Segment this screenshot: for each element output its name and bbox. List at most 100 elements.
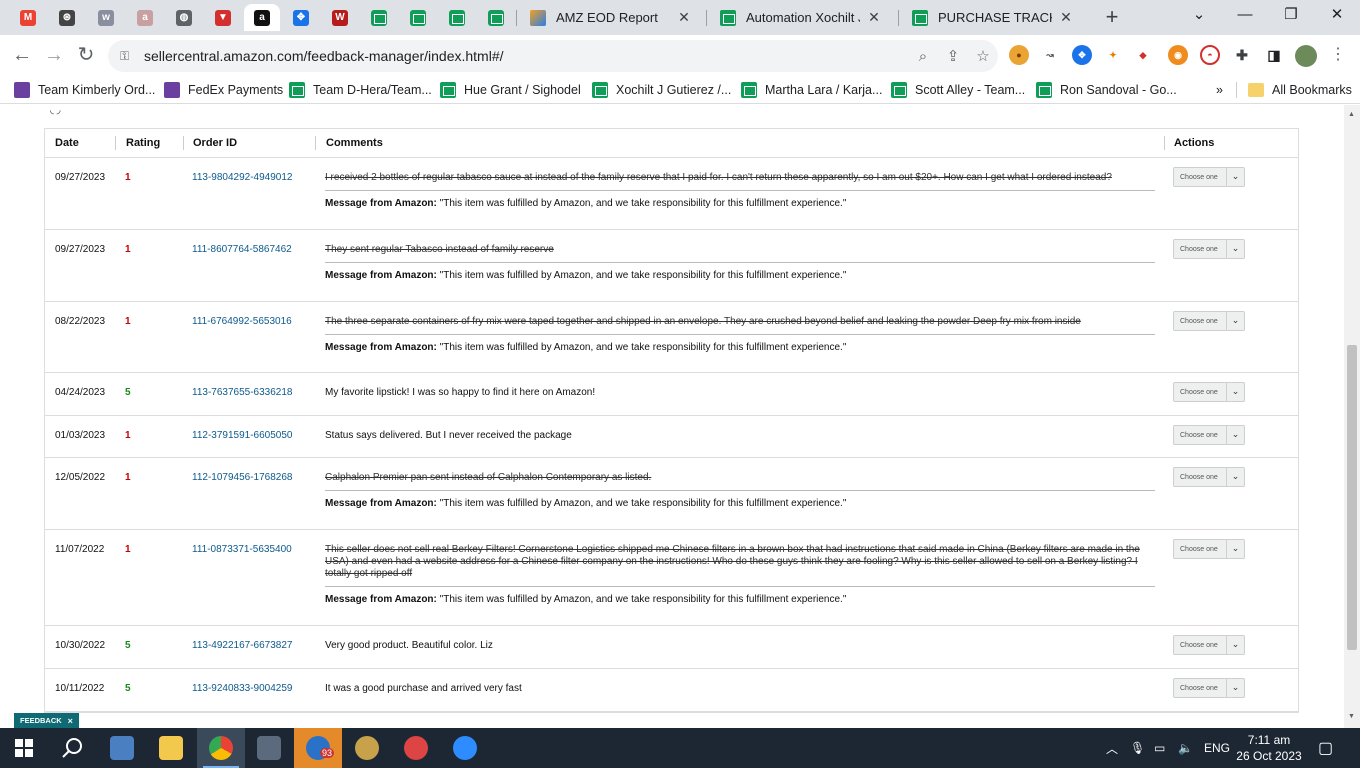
order-id-link[interactable]: 111-8607764-5867462: [192, 244, 292, 255]
pinned-tab[interactable]: [400, 4, 436, 31]
zoom-icon[interactable]: ⌕: [908, 48, 938, 65]
extension-icon[interactable]: ◉: [1168, 45, 1188, 65]
reload-icon[interactable]: ↻: [74, 44, 98, 68]
order-id-link[interactable]: 111-0873371-5635400: [192, 544, 292, 555]
order-id-link[interactable]: 112-3791591-6605050: [192, 430, 292, 441]
restore-icon[interactable]: ❐: [1268, 4, 1314, 28]
bookmark-item[interactable]: FedEx Payments: [164, 80, 283, 100]
column-header-comments[interactable]: Comments: [326, 137, 383, 149]
pinned-tab[interactable]: [361, 4, 397, 31]
more-bookmarks-button[interactable]: »: [1216, 80, 1223, 100]
pinned-tab[interactable]: W: [322, 4, 358, 31]
column-header-order-id[interactable]: Order ID: [193, 137, 237, 149]
order-id-link[interactable]: 112-1079456-1768268: [192, 472, 292, 483]
forward-icon[interactable]: →: [42, 44, 66, 68]
menu-icon[interactable]: ⋮: [1326, 44, 1350, 68]
clock[interactable]: 7:11 am 26 Oct 2023: [1232, 732, 1306, 764]
extension-icon[interactable]: ✥: [1072, 45, 1092, 65]
scroll-down-icon[interactable]: ▼: [1348, 713, 1355, 720]
browser-tab[interactable]: Automation Xochilt J G ✕: [710, 4, 892, 31]
taskbar-app[interactable]: [441, 728, 489, 768]
order-id-link[interactable]: 113-7637655-6336218: [192, 387, 292, 398]
browser-tab[interactable]: PURCHASE TRACKER JU ✕: [902, 4, 1084, 31]
action-dropdown[interactable]: Choose one ⌄: [1173, 311, 1245, 331]
bookmark-item[interactable]: Ron Sandoval - Go...: [1036, 80, 1177, 100]
notifications-icon[interactable]: ▢: [1318, 728, 1333, 768]
extension-icon[interactable]: ↝: [1040, 45, 1060, 65]
all-bookmarks-button[interactable]: All Bookmarks: [1248, 80, 1352, 100]
taskbar-app[interactable]: 93: [294, 728, 342, 768]
taskbar-app[interactable]: [343, 728, 391, 768]
order-id-link[interactable]: 113-9804292-4949012: [192, 172, 292, 183]
back-icon[interactable]: ←: [10, 44, 34, 68]
microphone-icon[interactable]: 🎙: [1130, 728, 1145, 768]
share-icon[interactable]: ⇪: [938, 47, 968, 65]
action-dropdown[interactable]: Choose one ⌄: [1173, 382, 1245, 402]
taskbar-app[interactable]: [392, 728, 440, 768]
address-bar[interactable]: ⚿ sellercentral.amazon.com/feedback-mana…: [108, 40, 998, 72]
bookmark-item[interactable]: Xochilt J Gutierez /...: [592, 80, 731, 100]
extension-icon[interactable]: ✦: [1103, 45, 1123, 65]
taskbar-app[interactable]: [245, 728, 293, 768]
side-panel-icon[interactable]: ◨: [1264, 45, 1284, 65]
language-indicator[interactable]: ENG: [1204, 728, 1230, 768]
taskbar-app-chrome[interactable]: [197, 728, 245, 768]
sheets-icon: [592, 82, 608, 98]
action-dropdown[interactable]: Choose one ⌄: [1173, 678, 1245, 698]
bookmark-star-icon[interactable]: ☆: [968, 47, 998, 65]
pinned-tab[interactable]: ✥: [283, 4, 319, 31]
bookmark-item[interactable]: Scott Alley - Team...: [891, 80, 1025, 100]
close-tab-icon[interactable]: ✕: [1058, 9, 1074, 26]
page-scrollbar[interactable]: ▲ ▼: [1344, 105, 1360, 728]
show-hidden-icons[interactable]: ︿: [1106, 728, 1118, 768]
feedback-tab[interactable]: FEEDBACK ×: [14, 713, 79, 728]
action-dropdown[interactable]: Choose one ⌄: [1173, 425, 1245, 445]
tab-search-icon[interactable]: ⌄: [1176, 4, 1222, 28]
column-header-rating[interactable]: Rating: [126, 137, 160, 149]
close-tab-icon[interactable]: ✕: [676, 9, 692, 26]
bookmark-item[interactable]: Hue Grant / Sighodel: [440, 80, 581, 100]
taskbar-app[interactable]: [98, 728, 146, 768]
pinned-tab[interactable]: ⊛: [49, 4, 85, 31]
network-icon[interactable]: ▭: [1154, 728, 1165, 768]
taskbar-app[interactable]: [147, 728, 195, 768]
extension-icon[interactable]: ●: [1009, 45, 1029, 65]
extension-icon[interactable]: ◓: [1200, 45, 1220, 65]
action-dropdown[interactable]: Choose one ⌄: [1173, 167, 1245, 187]
pinned-tab[interactable]: a: [127, 4, 163, 31]
search-button[interactable]: [48, 728, 96, 768]
action-dropdown[interactable]: Choose one ⌄: [1173, 239, 1245, 259]
pinned-tab[interactable]: a: [244, 4, 280, 31]
order-id-link[interactable]: 111-6764992-5653016: [192, 316, 292, 327]
action-dropdown[interactable]: Choose one ⌄: [1173, 635, 1245, 655]
scrollbar-thumb[interactable]: [1347, 345, 1357, 650]
order-id-link[interactable]: 113-9240833-9004259: [192, 683, 292, 694]
start-button[interactable]: [0, 728, 48, 768]
new-tab-button[interactable]: +: [1100, 6, 1124, 30]
pinned-tab[interactable]: ◍: [166, 4, 202, 31]
action-dropdown[interactable]: Choose one ⌄: [1173, 467, 1245, 487]
puzzle-icon[interactable]: ✚: [1232, 45, 1252, 65]
bookmark-item[interactable]: Team Kimberly Ord...: [14, 80, 155, 100]
pinned-tab[interactable]: w: [88, 4, 124, 31]
extension-icon[interactable]: ◆: [1133, 45, 1153, 65]
table-row: 01/03/2023 1 112-3791591-6605050 Status say…: [45, 416, 1298, 458]
browser-tab[interactable]: AMZ EOD Report ✕: [520, 4, 702, 31]
order-id-link[interactable]: 113-4922167-6673827: [192, 640, 292, 651]
close-icon[interactable]: ×: [68, 716, 73, 726]
action-dropdown[interactable]: Choose one ⌄: [1173, 539, 1245, 559]
pinned-tab[interactable]: ▼: [205, 4, 241, 31]
column-header-date[interactable]: Date: [55, 137, 79, 149]
site-info-icon[interactable]: ⚿: [120, 49, 134, 63]
scroll-up-icon[interactable]: ▲: [1348, 111, 1355, 118]
pinned-tab[interactable]: M: [10, 4, 46, 31]
bookmark-item[interactable]: Martha Lara / Karja...: [741, 80, 882, 100]
close-tab-icon[interactable]: ✕: [866, 9, 882, 26]
profile-avatar[interactable]: [1295, 45, 1317, 67]
pinned-tab[interactable]: [439, 4, 475, 31]
bookmark-item[interactable]: Team D-Hera/Team...: [289, 80, 432, 100]
minimize-icon[interactable]: —: [1222, 4, 1268, 28]
close-window-icon[interactable]: ✕: [1314, 4, 1360, 28]
volume-icon[interactable]: 🔈: [1178, 728, 1193, 768]
pinned-tab[interactable]: [478, 4, 514, 31]
